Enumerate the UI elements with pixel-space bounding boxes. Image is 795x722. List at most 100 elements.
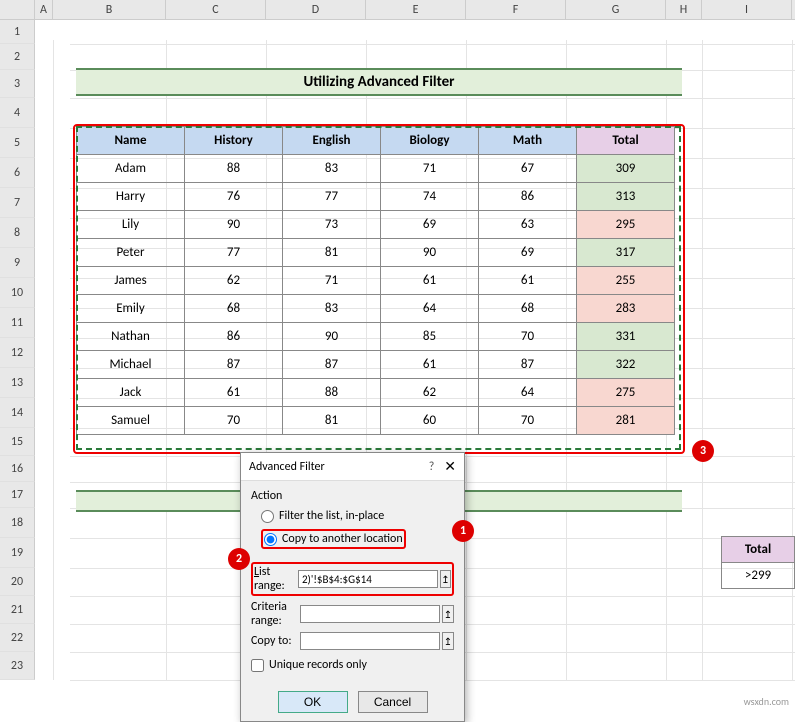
col-header-F[interactable]: F bbox=[466, 0, 566, 19]
header-math: Math bbox=[479, 127, 577, 155]
list-range-ref-button[interactable]: ↥ bbox=[440, 570, 451, 588]
row-header-4[interactable]: 4 bbox=[0, 98, 35, 128]
copyto-input[interactable] bbox=[300, 632, 440, 650]
cell-history: 86 bbox=[185, 323, 283, 351]
header-english: English bbox=[283, 127, 381, 155]
row-header-22[interactable]: 22 bbox=[0, 624, 35, 652]
row-header-9[interactable]: 9 bbox=[0, 248, 35, 278]
row-header-17[interactable]: 17 bbox=[0, 482, 35, 508]
table-row: Nathan86908570331 bbox=[77, 323, 675, 351]
cell-total: 255 bbox=[577, 267, 675, 295]
row-header-8[interactable]: 8 bbox=[0, 218, 35, 248]
cell-biology: 64 bbox=[381, 295, 479, 323]
cell-math: 69 bbox=[479, 239, 577, 267]
col-header-A[interactable]: A bbox=[35, 0, 53, 19]
row-header-19[interactable]: 19 bbox=[0, 538, 35, 568]
row-header-12[interactable]: 12 bbox=[0, 338, 35, 368]
table-row: Adam88837167309 bbox=[77, 155, 675, 183]
col-header-E[interactable]: E bbox=[366, 0, 466, 19]
cell-total: 281 bbox=[577, 407, 675, 435]
row-header-11[interactable]: 11 bbox=[0, 308, 35, 338]
criteria-range-input[interactable] bbox=[300, 605, 440, 623]
list-range-input[interactable] bbox=[298, 570, 438, 588]
select-all-corner[interactable] bbox=[0, 0, 35, 20]
cell-biology: 85 bbox=[381, 323, 479, 351]
col-header-B[interactable]: B bbox=[53, 0, 166, 19]
col-header-G[interactable]: G bbox=[566, 0, 666, 19]
row-header-15[interactable]: 15 bbox=[0, 428, 35, 456]
row-header-2[interactable]: 2 bbox=[0, 44, 35, 70]
row-header-7[interactable]: 7 bbox=[0, 188, 35, 218]
table-row: Lily90736963295 bbox=[77, 211, 675, 239]
cell-english: 77 bbox=[283, 183, 381, 211]
filter-inplace-radio[interactable] bbox=[261, 510, 274, 523]
table-row: Samuel70816070281 bbox=[77, 407, 675, 435]
cell-english: 87 bbox=[283, 351, 381, 379]
copyto-label: Copy to: bbox=[251, 634, 300, 648]
cell-history: 68 bbox=[185, 295, 283, 323]
row-header-3[interactable]: 3 bbox=[0, 70, 35, 98]
unique-records-checkbox[interactable] bbox=[251, 659, 264, 672]
row-header-14[interactable]: 14 bbox=[0, 398, 35, 428]
row-header-10[interactable]: 10 bbox=[0, 278, 35, 308]
cell-biology: 62 bbox=[381, 379, 479, 407]
cell-total: 309 bbox=[577, 155, 675, 183]
cell-name: Lily bbox=[77, 211, 185, 239]
row-header-20[interactable]: 20 bbox=[0, 568, 35, 596]
table-row: Harry76777486313 bbox=[77, 183, 675, 211]
help-button[interactable]: ? bbox=[429, 460, 435, 474]
cell-biology: 69 bbox=[381, 211, 479, 239]
cell-name: Nathan bbox=[77, 323, 185, 351]
row-header-23[interactable]: 23 bbox=[0, 652, 35, 680]
cell-history: 77 bbox=[185, 239, 283, 267]
col-header-D[interactable]: D bbox=[266, 0, 366, 19]
ok-button[interactable]: OK bbox=[278, 691, 348, 713]
col-header-C[interactable]: C bbox=[166, 0, 266, 19]
cell-biology: 60 bbox=[381, 407, 479, 435]
cell-math: 64 bbox=[479, 379, 577, 407]
header-history: History bbox=[185, 127, 283, 155]
data-table: NameHistoryEnglishBiologyMathTotal Adam8… bbox=[76, 126, 675, 435]
cell-name: Michael bbox=[77, 351, 185, 379]
callout-badge-2: 2 bbox=[228, 548, 250, 570]
copy-location-radio[interactable] bbox=[264, 533, 277, 546]
cell-math: 86 bbox=[479, 183, 577, 211]
table-row: Michael87876187322 bbox=[77, 351, 675, 379]
col-header-I[interactable]: I bbox=[702, 0, 792, 19]
header-biology: Biology bbox=[381, 127, 479, 155]
row-header-1[interactable]: 1 bbox=[0, 20, 35, 44]
unique-records-label: Unique records only bbox=[269, 658, 367, 672]
cell-total: 275 bbox=[577, 379, 675, 407]
close-button[interactable]: ✕ bbox=[444, 458, 456, 475]
row-header-18[interactable]: 18 bbox=[0, 508, 35, 538]
row-header-16[interactable]: 16 bbox=[0, 456, 35, 482]
cell-english: 83 bbox=[283, 295, 381, 323]
criteria-range-label: Criteria range: bbox=[251, 600, 300, 628]
cell-math: 67 bbox=[479, 155, 577, 183]
cell-english: 81 bbox=[283, 407, 381, 435]
cell-history: 61 bbox=[185, 379, 283, 407]
cell-name: Peter bbox=[77, 239, 185, 267]
cell-math: 63 bbox=[479, 211, 577, 239]
advanced-filter-dialog: Advanced Filter ? ✕ Action Filter the li… bbox=[240, 452, 465, 722]
cell-math: 68 bbox=[479, 295, 577, 323]
action-label: Action bbox=[251, 489, 454, 503]
col-header-H[interactable]: H bbox=[666, 0, 702, 19]
row-header-21[interactable]: 21 bbox=[0, 596, 35, 624]
criteria-value: >299 bbox=[722, 563, 795, 589]
cell-history: 88 bbox=[185, 155, 283, 183]
row-header-5[interactable]: 5 bbox=[0, 128, 35, 158]
dialog-title: Advanced Filter bbox=[249, 460, 429, 474]
copyto-ref-button[interactable]: ↥ bbox=[442, 632, 454, 650]
cell-biology: 90 bbox=[381, 239, 479, 267]
criteria-range-ref-button[interactable]: ↥ bbox=[442, 605, 454, 623]
cell-name: James bbox=[77, 267, 185, 295]
table-row: Peter77819069317 bbox=[77, 239, 675, 267]
cancel-button[interactable]: Cancel bbox=[358, 691, 428, 713]
cell-name: Harry bbox=[77, 183, 185, 211]
row-header-13[interactable]: 13 bbox=[0, 368, 35, 398]
row-header-6[interactable]: 6 bbox=[0, 158, 35, 188]
cell-total: 313 bbox=[577, 183, 675, 211]
cell-english: 88 bbox=[283, 379, 381, 407]
cell-biology: 61 bbox=[381, 267, 479, 295]
